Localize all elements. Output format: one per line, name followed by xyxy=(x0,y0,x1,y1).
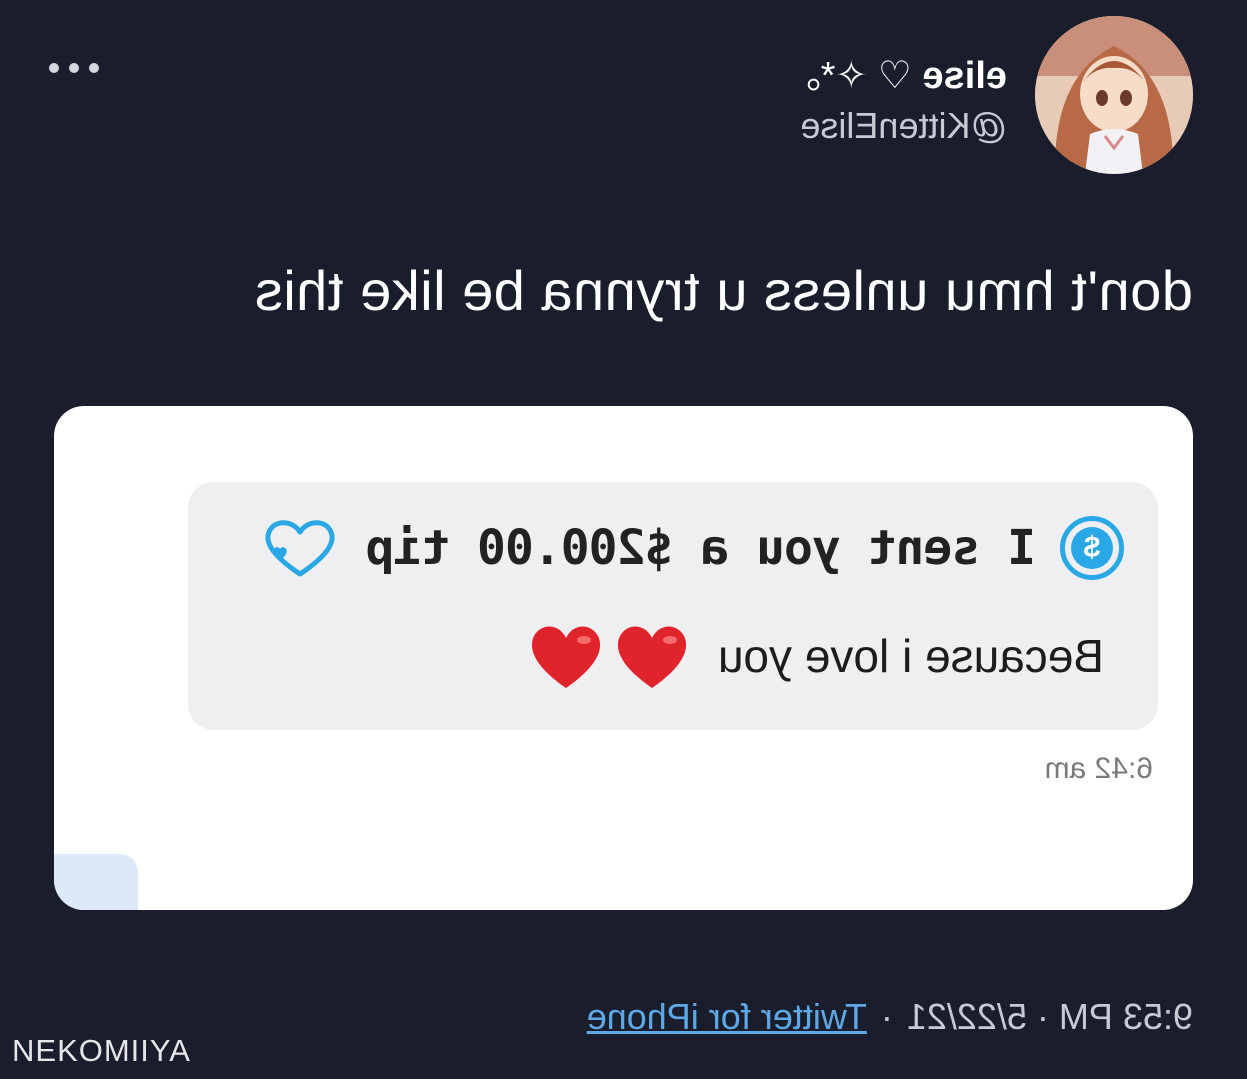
name-decoration: ♡ ✧*｡ xyxy=(801,55,923,97)
watermark: NEKOMIIYA xyxy=(12,1033,191,1068)
display-name-row[interactable]: elise ♡ ✧*｡ xyxy=(802,44,1007,99)
red-heart-icon xyxy=(531,626,600,688)
heart-outline-icon xyxy=(265,520,335,577)
avatar-image xyxy=(1035,16,1193,174)
avatar[interactable] xyxy=(1035,16,1193,174)
dollar-circle-icon: $ xyxy=(1060,516,1124,580)
red-heart-icon xyxy=(617,626,686,688)
more-options-icon[interactable] xyxy=(44,58,104,78)
message-time: 6:42 am xyxy=(1044,752,1153,785)
footer-separator: · xyxy=(880,996,893,1037)
tip-text: I sent you a $200.00 tip xyxy=(366,520,1036,576)
embedded-screenshot[interactable]: $ I sent you a $200.00 tip Because i lov… xyxy=(54,406,1193,910)
tweet-text: don't hmu unless u trynna be like this xyxy=(254,259,1193,322)
display-name[interactable]: elise xyxy=(922,55,1007,97)
tip-row: $ I sent you a $200.00 tip xyxy=(262,516,1124,580)
user-handle[interactable]: @KittenElise xyxy=(800,105,1007,147)
tweet-timestamp[interactable]: 9:53 PM · 5/22/21 xyxy=(907,996,1193,1038)
client-link[interactable]: Twitter for iPhone xyxy=(587,996,867,1038)
next-bubble-fragment xyxy=(54,854,138,910)
mirrored-content: elise ♡ ✧*｡ @KittenElise don't hmu unles… xyxy=(0,0,1247,1079)
tweet-footer: 9:53 PM · 5/22/21 · Twitter for iPhone xyxy=(587,996,1193,1038)
tweet-screenshot: elise ♡ ✧*｡ @KittenElise don't hmu unles… xyxy=(0,0,1247,1079)
message-text: Because i love you xyxy=(717,630,1104,682)
message-row: Because i love you xyxy=(526,620,1104,692)
tip-message-bubble: $ I sent you a $200.00 tip Because i lov… xyxy=(188,482,1158,730)
